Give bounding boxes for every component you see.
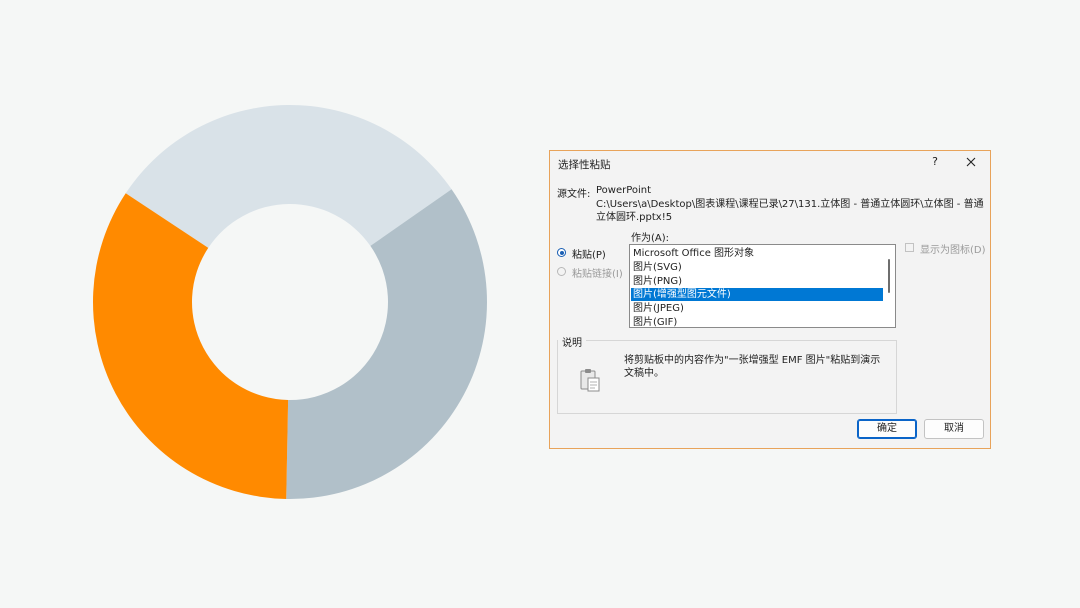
list-item[interactable]: 图片(GIF) xyxy=(631,316,883,327)
paste-radio[interactable] xyxy=(557,248,566,257)
help-button[interactable]: ? xyxy=(924,155,946,171)
ok-button[interactable]: 确定 xyxy=(857,419,917,439)
paste-special-dialog: 选择性粘贴 ? 源文件: PowerPoint C:\Users\a\Deskt… xyxy=(549,150,991,449)
display-as-icon-label[interactable]: 显示为图标(D) xyxy=(920,241,986,256)
dialog-title: 选择性粘贴 xyxy=(558,159,611,171)
donut-slice-3 xyxy=(93,193,289,499)
list-item[interactable]: 图片(SVG) xyxy=(631,261,883,274)
list-item[interactable]: 图片(JPEG) xyxy=(631,302,883,315)
close-icon xyxy=(966,157,976,167)
cancel-button[interactable]: 取消 xyxy=(924,419,984,439)
paste-radio-label[interactable]: 粘贴(P) xyxy=(572,246,606,261)
source-path: C:\Users\a\Desktop\图表课程\课程已录\27\131.立体图 … xyxy=(596,199,984,223)
paste-as-listbox[interactable]: Microsoft Office 图形对象 图片(SVG) 图片(PNG) 图片… xyxy=(629,244,896,328)
paste-link-radio-label[interactable]: 粘贴链接(I) xyxy=(572,265,623,280)
display-as-icon-checkbox[interactable] xyxy=(905,243,914,252)
listbox-scrollbar[interactable] xyxy=(888,259,890,293)
description-title: 说明 xyxy=(558,334,586,349)
as-label: 作为(A): xyxy=(631,233,670,244)
list-item[interactable]: 图片(PNG) xyxy=(631,275,883,288)
close-button[interactable] xyxy=(960,154,982,172)
dialog-titlebar[interactable]: 选择性粘贴 ? xyxy=(550,151,990,173)
donut-slice-2 xyxy=(286,189,487,499)
source-app: PowerPoint xyxy=(596,185,652,196)
paste-link-radio[interactable] xyxy=(557,267,566,276)
description-text: 将剪贴板中的内容作为"一张增强型 EMF 图片"粘贴到演示文稿中。 xyxy=(624,355,881,379)
source-label: 源文件: xyxy=(557,189,591,200)
list-item[interactable]: Microsoft Office 图形对象 xyxy=(631,247,883,260)
clipboard-icon xyxy=(580,369,600,392)
list-item-selected[interactable]: 图片(增强型图元文件) xyxy=(631,288,883,301)
